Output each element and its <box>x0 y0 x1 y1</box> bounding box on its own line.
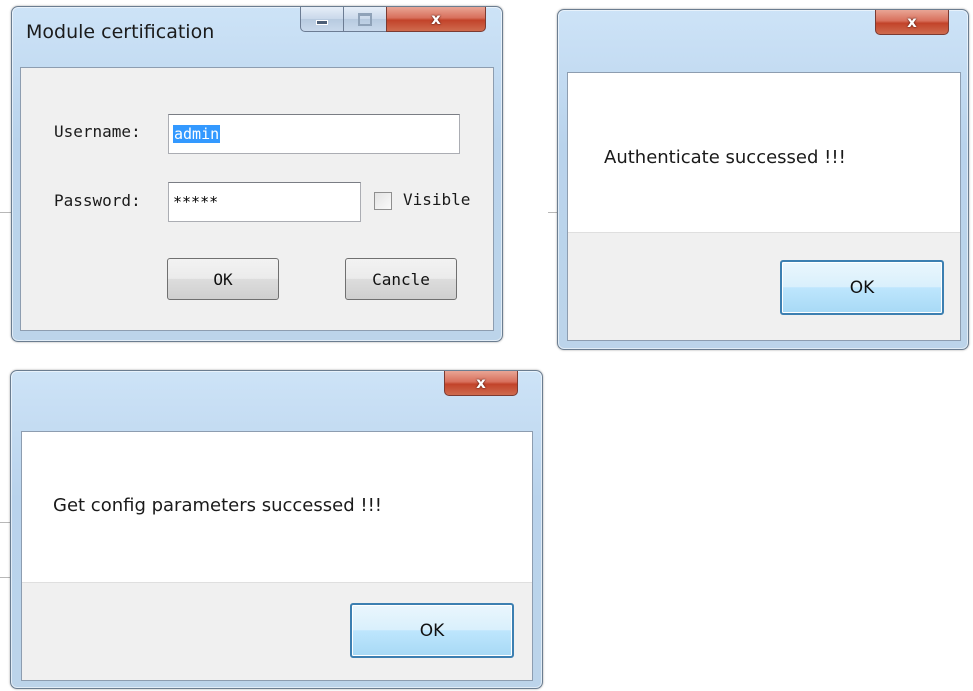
ok-button-label: OK <box>419 620 445 641</box>
minimize-button[interactable] <box>300 7 344 32</box>
config-message-box: x Get config parameters successed !!! OK <box>10 370 543 689</box>
maximize-icon <box>358 12 372 26</box>
ok-button[interactable]: OK <box>167 258 279 300</box>
close-icon: x <box>431 9 441 28</box>
close-icon: x <box>907 12 917 31</box>
message-area: Get config parameters successed !!! OK <box>21 431 533 681</box>
visible-checkbox[interactable] <box>374 192 392 210</box>
close-button[interactable]: x <box>444 371 518 396</box>
maximize-button[interactable] <box>343 7 387 32</box>
ok-button[interactable]: OK <box>350 603 514 658</box>
minimize-icon <box>316 20 328 25</box>
button-bar: OK <box>568 232 960 340</box>
close-icon: x <box>476 373 486 392</box>
password-field[interactable]: ***** <box>168 182 361 222</box>
ok-button[interactable]: OK <box>780 260 944 315</box>
message-text: Authenticate successed !!! <box>604 147 846 168</box>
button-bar: OK <box>22 582 532 680</box>
auth-message-box: x Authenticate successed !!! OK <box>557 9 969 350</box>
visible-label[interactable]: Visible <box>403 190 470 209</box>
message-text: Get config parameters successed !!! <box>53 495 383 516</box>
username-label: Username: <box>54 122 141 141</box>
close-button[interactable]: x <box>875 10 949 35</box>
message-area: Authenticate successed !!! OK <box>567 72 961 341</box>
window-title: Module certification <box>26 21 215 43</box>
module-certification-window: Module certification x Username: admin P… <box>11 6 503 342</box>
username-field[interactable]: admin <box>168 114 460 154</box>
login-form: Username: admin Password: ***** Visible … <box>20 67 494 331</box>
username-value: admin <box>173 125 221 143</box>
password-value: ***** <box>173 193 219 211</box>
close-button[interactable]: x <box>386 7 486 32</box>
cancel-button-label: Cancle <box>372 269 430 289</box>
cancel-button[interactable]: Cancle <box>345 258 457 300</box>
ok-button-label: OK <box>213 269 233 289</box>
password-label: Password: <box>54 191 141 210</box>
ok-button-label: OK <box>849 277 875 298</box>
